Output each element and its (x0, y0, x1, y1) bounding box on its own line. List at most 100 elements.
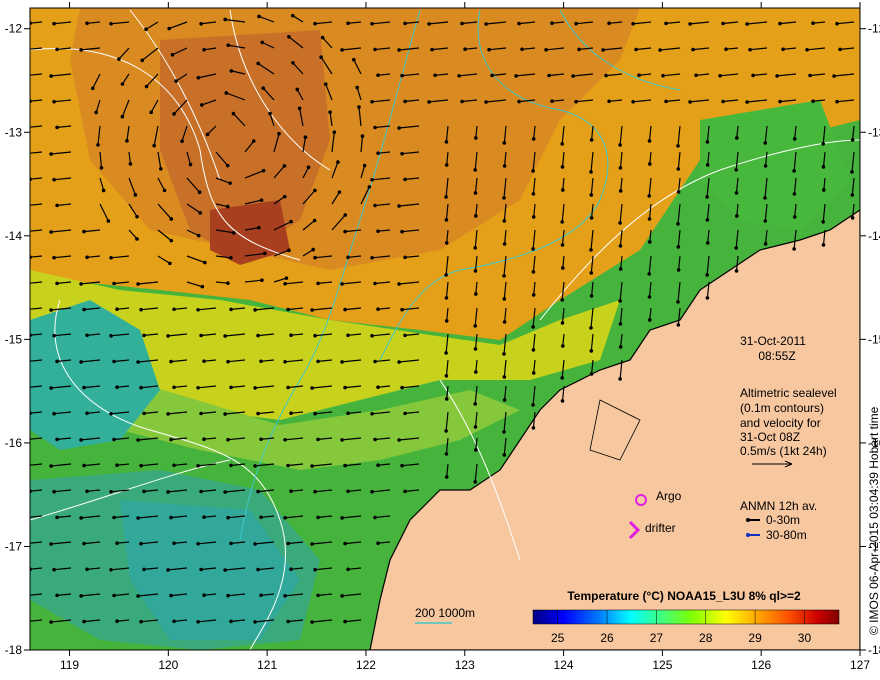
velocity-arrow-head (561, 188, 565, 192)
velocity-arrow-head (589, 216, 594, 220)
velocity-arrow-head (531, 270, 536, 274)
velocity-arrow-head (376, 463, 380, 467)
velocity-arrow-head (286, 541, 290, 546)
velocity-arrow-head (343, 213, 348, 217)
lon-tick-label: 125 (652, 658, 672, 672)
velocity-arrow-head (400, 229, 404, 234)
velocity-arrow-head (79, 516, 83, 520)
lat-tick-label: -15 (868, 332, 880, 346)
velocity-arrow-head (261, 86, 266, 90)
velocity-arrow-head (473, 425, 478, 429)
velocity-arrow-head (166, 412, 170, 416)
velocity-arrow-head (502, 375, 507, 379)
velocity-arrow-head (607, 99, 611, 104)
velocity-arrow-head (79, 282, 83, 286)
velocity-arrow-head (311, 247, 315, 252)
velocity-arrow-head (735, 136, 739, 140)
velocity-arrow-head (373, 515, 377, 520)
velocity-arrow-head (115, 619, 119, 623)
velocity-arrow-head (289, 219, 293, 224)
velocity-arrow-head (763, 196, 767, 200)
velocity-arrow-head (256, 333, 260, 338)
velocity-arrow-head (197, 190, 202, 195)
velocity-arrow-head (647, 272, 652, 276)
velocity-arrow-head (310, 542, 314, 546)
velocity-arrow-head (473, 324, 478, 328)
velocity-arrow-head (90, 86, 95, 91)
velocity-arrow-head (473, 191, 478, 195)
velocity-arrow-head (196, 75, 201, 80)
velocity-arrow-head (705, 163, 710, 167)
velocity-arrow-head (229, 69, 234, 73)
velocity-arrow-head (136, 360, 140, 364)
velocity-arrow-head (340, 438, 344, 442)
bathymetry-label: 200 1000m (415, 606, 475, 620)
velocity-arrow-head (82, 541, 86, 546)
velocity-arrow-head (618, 299, 622, 303)
lat-tick-label: -14 (868, 229, 880, 243)
velocity-arrow-head (198, 211, 203, 215)
velocity-arrow-head (705, 241, 710, 245)
velocity-arrow-head (517, 21, 521, 26)
velocity-arrow-head (474, 136, 478, 140)
velocity-arrow-head (313, 411, 317, 416)
velocity-arrow-head (502, 398, 507, 402)
velocity-arrow-head (85, 255, 89, 260)
velocity-arrow-head (647, 217, 652, 221)
velocity-arrow-head (821, 142, 826, 146)
velocity-arrow-head (631, 99, 635, 104)
velocity-arrow-head (55, 359, 59, 364)
velocity-arrow-head (172, 463, 176, 468)
velocity-arrow-head (55, 203, 59, 208)
velocity-arrow-head (577, 47, 581, 52)
lat-tick-label: -18 (868, 643, 880, 657)
velocity-arrow-head (444, 163, 449, 167)
velocity-arrow-head (589, 294, 594, 298)
velocity-arrow-head (49, 152, 53, 156)
velocity-arrow-head (444, 218, 449, 222)
velocity-arrow-head (618, 322, 623, 326)
velocity-arrow-head (574, 99, 578, 104)
velocity-arrow-head (531, 247, 535, 251)
velocity-arrow-head (484, 22, 488, 26)
velocity-arrow-head (55, 47, 59, 52)
velocity-arrow-head (196, 619, 200, 624)
velocity-arrow-head (229, 463, 233, 468)
velocity-arrow-head (82, 463, 86, 468)
velocity-arrow-head (821, 243, 826, 247)
velocity-arrow-head (352, 57, 356, 62)
velocity-arrow-head (792, 247, 796, 251)
velocity-arrow-head (658, 48, 662, 52)
velocity-arrow-head (444, 319, 449, 323)
velocity-arrow-head (306, 165, 311, 170)
velocity-arrow-head (286, 619, 290, 624)
lon-tick-label: 127 (850, 658, 870, 672)
velocity-arrow-head (705, 273, 709, 277)
velocity-arrow-head (49, 308, 53, 312)
velocity-arrow-head (259, 198, 264, 202)
velocity-arrow-head (604, 73, 608, 78)
velocity-arrow-head (502, 164, 507, 168)
velocity-arrow-head (139, 385, 143, 390)
velocity-arrow-head (531, 293, 536, 297)
velocity-arrow-head (283, 437, 287, 442)
velocity-arrow-head (257, 14, 261, 19)
velocity-arrow-head (346, 255, 350, 260)
velocity-arrow-head (367, 185, 372, 189)
velocity-arrow-head (256, 489, 260, 494)
velocity-arrow-head (52, 255, 56, 260)
velocity-arrow-head (340, 516, 344, 520)
velocity-arrow-head (618, 221, 622, 225)
velocity-arrow-head (561, 266, 565, 270)
velocity-arrow-head (502, 453, 507, 457)
velocity-arrow-head (340, 282, 344, 286)
velocity-arrow-head (174, 79, 178, 83)
velocity-arrow-head (303, 135, 308, 139)
velocity-arrow-head (291, 61, 295, 65)
velocity-arrow-head (664, 99, 668, 104)
velocity-arrow-head (376, 385, 380, 389)
velocity-arrow-head (589, 271, 594, 275)
velocity-arrow-head (763, 164, 768, 168)
velocity-arrow-head (260, 278, 264, 283)
velocity-arrow-head (792, 215, 797, 219)
